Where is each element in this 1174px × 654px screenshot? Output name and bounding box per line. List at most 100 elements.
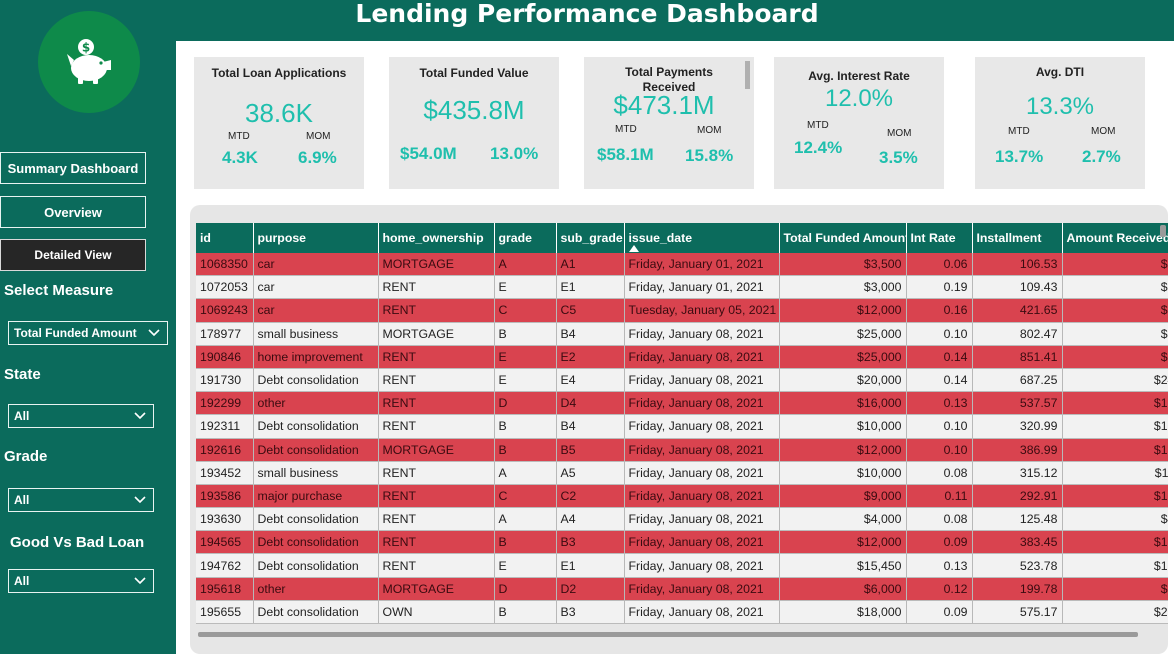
table-cell: 315.12 [972, 461, 1063, 485]
nav-summary-dashboard-button[interactable]: Summary Dashboard [0, 152, 146, 184]
column-header-issue-date[interactable]: issue_date [624, 223, 780, 253]
table-cell: 0.13 [906, 553, 973, 578]
kpi-mom-label: MOM [887, 128, 912, 139]
table-row[interactable]: 192299 other RENT D D4 Friday, January 08, 20… [196, 391, 1168, 416]
kpi-mtd-label: MTD [807, 120, 829, 131]
table-cell: 125.48 [972, 507, 1063, 532]
table-row[interactable]: 194762 Debt consolidation RENT E E1 Friday, J… [196, 553, 1168, 578]
grade-dropdown[interactable]: All [8, 488, 154, 512]
column-header-total-funded-amount[interactable]: Total Funded Amount [779, 223, 907, 253]
table-row[interactable]: 194565 Debt consolidation RENT B B3 Friday, J… [196, 530, 1168, 555]
table-vertical-scrollbar[interactable] [1160, 225, 1166, 237]
table-cell: 194565 [196, 530, 254, 555]
column-header-installment[interactable]: Installment [972, 223, 1063, 253]
table-cell: $3,500 [779, 253, 907, 277]
table-cell: E [494, 553, 557, 578]
table-cell: $16,000 [779, 391, 907, 416]
nav-overview-button[interactable]: Overview [0, 196, 146, 228]
table-cell: 191730 [196, 368, 254, 393]
table-row[interactable]: 191730 Debt consolidation RENT E E4 Friday, J… [196, 368, 1168, 393]
table-row[interactable]: 192311 Debt consolidation RENT B B4 Friday, J… [196, 414, 1168, 439]
table-cell: RENT [378, 345, 495, 369]
table-cell: $19,36 [1062, 391, 1168, 416]
column-header-id[interactable]: id [196, 223, 254, 253]
select-measure-dropdown[interactable]: Total Funded Amount [8, 321, 168, 345]
column-header-home-ownership[interactable]: home_ownership [378, 223, 495, 253]
table-row[interactable]: 178977 small business MORTGAGE B B4 Friday, J… [196, 322, 1168, 346]
chevron-down-icon [148, 329, 160, 337]
table-cell: $18,000 [779, 600, 907, 625]
column-header-int-rate[interactable]: Int Rate [906, 223, 973, 253]
table-cell: 0.14 [906, 368, 973, 393]
chevron-down-icon [134, 412, 146, 420]
kpi-value: $473.1M [613, 90, 715, 120]
table-cell: small business [253, 322, 379, 346]
column-header-grade[interactable]: grade [494, 223, 557, 253]
table-cell: D2 [556, 577, 625, 601]
table-cell: 383.45 [972, 530, 1063, 555]
grade-label: Grade [4, 448, 48, 465]
kpi-scrollbar[interactable] [745, 61, 750, 89]
table-cell: B4 [556, 414, 625, 439]
table-cell: other [253, 577, 379, 601]
select-measure-label: Select Measure [4, 282, 114, 299]
table-cell: 0.08 [906, 461, 973, 485]
table-cell: B5 [556, 438, 625, 462]
column-header-purpose[interactable]: purpose [253, 223, 379, 253]
table-row[interactable]: 195618 other MORTGAGE D D2 Friday, January 08… [196, 577, 1168, 601]
table-cell: Debt consolidation [253, 414, 379, 439]
table-row[interactable]: 1068350 car MORTGAGE A A1 Friday, January 01,… [196, 253, 1168, 277]
logo: $ [38, 11, 140, 113]
table-cell: $10,54 [1062, 484, 1168, 509]
table-row[interactable]: 193586 major purchase RENT C C2 Friday, Janua… [196, 484, 1168, 509]
table-cell: Friday, January 08, 2021 [624, 322, 780, 346]
nav-detailed-view-button[interactable]: Detailed View [0, 239, 146, 271]
table-cell: 190846 [196, 345, 254, 369]
table-cell: MORTGAGE [378, 253, 495, 277]
table-cell: Friday, January 08, 2021 [624, 414, 780, 439]
table-cell: E [494, 275, 557, 300]
state-dropdown[interactable]: All [8, 404, 154, 428]
table-cell: 192311 [196, 414, 254, 439]
table-cell: MORTGAGE [378, 438, 495, 462]
table-row[interactable]: 192616 Debt consolidation MORTGAGE B B5 Frida… [196, 438, 1168, 462]
kpi-mom-label: MOM [306, 131, 331, 142]
table-cell: 106.53 [972, 253, 1063, 277]
table-cell: E [494, 345, 557, 369]
table-cell: Friday, January 08, 2021 [624, 484, 780, 509]
table-cell: car [253, 298, 379, 323]
table-cell: $17,92 [1062, 553, 1168, 578]
table-cell: 0.08 [906, 507, 973, 532]
table-cell: A [494, 507, 557, 532]
table-cell: 192616 [196, 438, 254, 462]
table-cell: 0.09 [906, 600, 973, 625]
table-cell: 802.47 [972, 322, 1063, 346]
state-value: All [14, 409, 30, 423]
column-header-sub-grade[interactable]: sub_grade [556, 223, 625, 253]
good-vs-bad-loan-dropdown[interactable]: All [8, 569, 154, 593]
table-row[interactable]: 195655 Debt consolidation OWN B B3 Friday, Ja… [196, 600, 1168, 625]
table-row[interactable]: 193630 Debt consolidation RENT A A4 Friday, J… [196, 507, 1168, 532]
table-horizontal-scrollbar[interactable] [198, 632, 1138, 637]
table-cell: $13,86 [1062, 438, 1168, 462]
table-cell: 0.16 [906, 298, 973, 323]
table-cell: MORTGAGE [378, 322, 495, 346]
table-cell: $25,000 [779, 322, 907, 346]
table-cell: 292.91 [972, 484, 1063, 509]
select-measure-value: Total Funded Amount [14, 326, 137, 340]
table-cell: Friday, January 08, 2021 [624, 461, 780, 485]
column-header-amount-received[interactable]: Amount Received [1062, 223, 1168, 253]
chevron-down-icon [134, 496, 146, 504]
table-cell: $12,000 [779, 530, 907, 555]
table-cell: 0.12 [906, 577, 973, 601]
table-row[interactable]: 193452 small business RENT A A5 Friday, Janua… [196, 461, 1168, 485]
table-cell: RENT [378, 553, 495, 578]
table-row[interactable]: 190846 home improvement RENT E E2 Friday, Jan… [196, 345, 1168, 369]
table-cell: Friday, January 08, 2021 [624, 507, 780, 532]
table-cell: 178977 [196, 322, 254, 346]
table-cell: Friday, January 08, 2021 [624, 553, 780, 578]
table-row[interactable]: 1069243 car RENT C C5 Tuesday, January 05, 20… [196, 298, 1168, 323]
table-cell: E4 [556, 368, 625, 393]
table-cell: Friday, January 08, 2021 [624, 577, 780, 601]
table-row[interactable]: 1072053 car RENT E E1 Friday, January 01, 202… [196, 275, 1168, 300]
